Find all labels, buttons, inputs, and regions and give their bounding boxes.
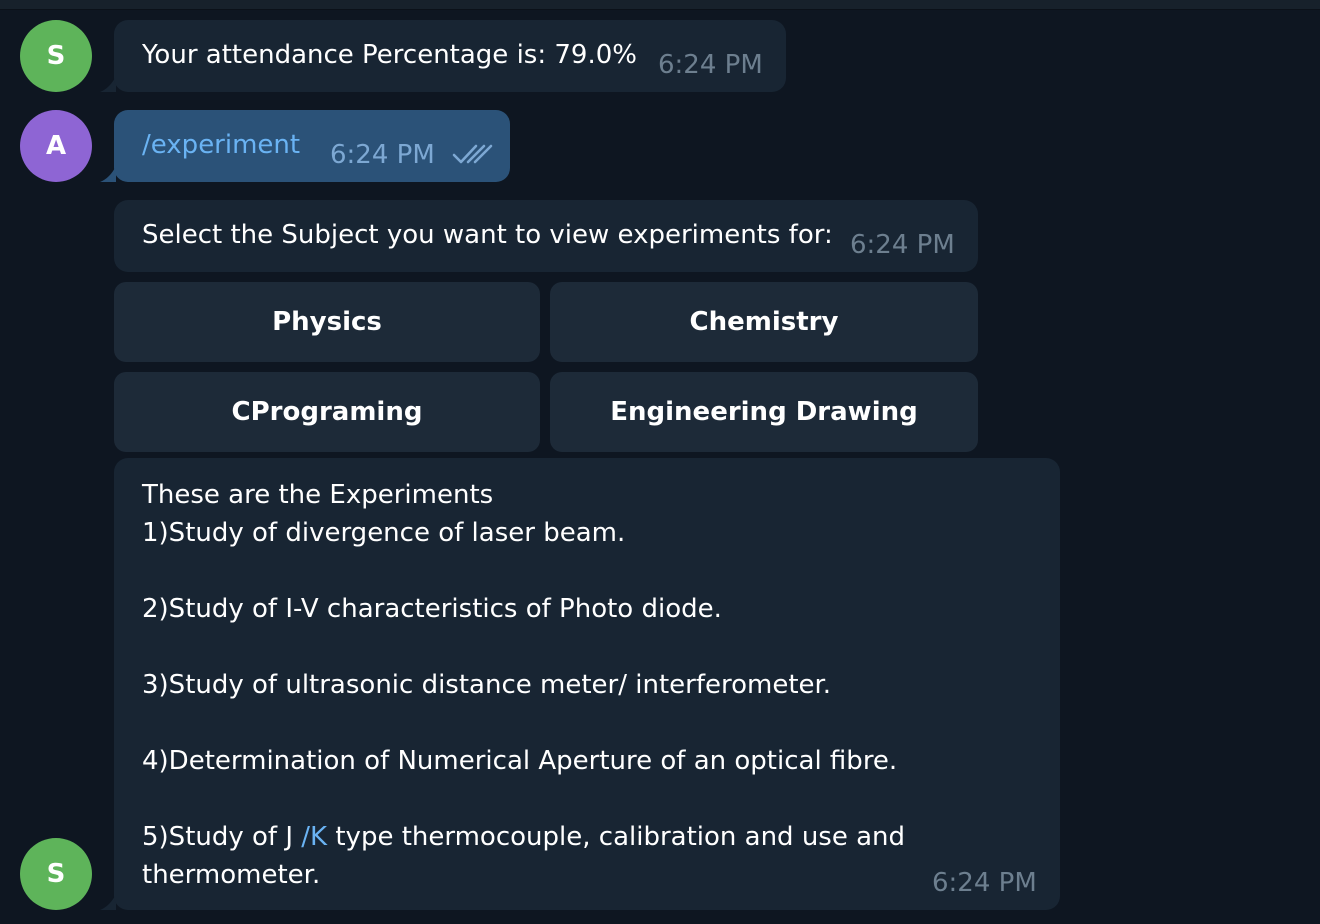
message-time: 6:24 PM	[330, 140, 435, 170]
message-time: 6:24 PM	[658, 50, 763, 80]
avatar[interactable]: A	[20, 110, 92, 182]
experiments-text: These are the Experiments 1)Study of div…	[142, 476, 905, 894]
message-time: 6:24 PM	[932, 868, 1037, 898]
engineering-drawing-button[interactable]: Engineering Drawing	[550, 372, 978, 452]
message-bubble[interactable]: Select the Subject you want to view expe…	[114, 200, 978, 272]
message-bubble[interactable]: Your attendance Percentage is: 79.0% 6:2…	[114, 20, 786, 92]
avatar[interactable]: S	[20, 20, 92, 92]
experiment-item: 4)Determination of Numerical Aperture of…	[142, 746, 898, 776]
cprograming-button[interactable]: CPrograming	[114, 372, 540, 452]
physics-button[interactable]: Physics	[114, 282, 540, 362]
experiment-item: 1)Study of divergence of laser beam.	[142, 518, 626, 548]
avatar[interactable]: S	[20, 838, 92, 910]
message-bubble-outgoing[interactable]: /experiment 6:24 PM	[114, 110, 510, 182]
experiments-message-bubble[interactable]: These are the Experiments 1)Study of div…	[114, 458, 1060, 910]
avatar-initial: S	[46, 859, 66, 889]
command-link[interactable]: /K	[301, 822, 327, 852]
message-text: Your attendance Percentage is: 79.0%	[142, 40, 637, 70]
experiment-item: 5)Study of J /K type thermocouple, calib…	[142, 818, 905, 856]
avatar-initial: S	[46, 41, 66, 71]
message-time: 6:24 PM	[850, 230, 955, 260]
chemistry-button[interactable]: Chemistry	[550, 282, 978, 362]
experiment-item-text: type thermocouple, calibration and use a…	[327, 822, 906, 852]
experiment-item-text: 5)Study of J	[142, 822, 302, 852]
command-link[interactable]: /experiment	[142, 128, 300, 162]
experiments-heading: These are the Experiments	[142, 480, 494, 510]
avatar-initial: A	[45, 131, 67, 161]
double-check-icon	[452, 142, 494, 170]
experiment-item: 3)Study of ultrasonic distance meter/ in…	[142, 670, 832, 700]
message-text: Select the Subject you want to view expe…	[142, 220, 833, 250]
experiment-item: 2)Study of I-V characteristics of Photo …	[142, 594, 722, 624]
top-divider	[0, 0, 1320, 10]
experiment-item: thermometer.	[142, 860, 321, 890]
